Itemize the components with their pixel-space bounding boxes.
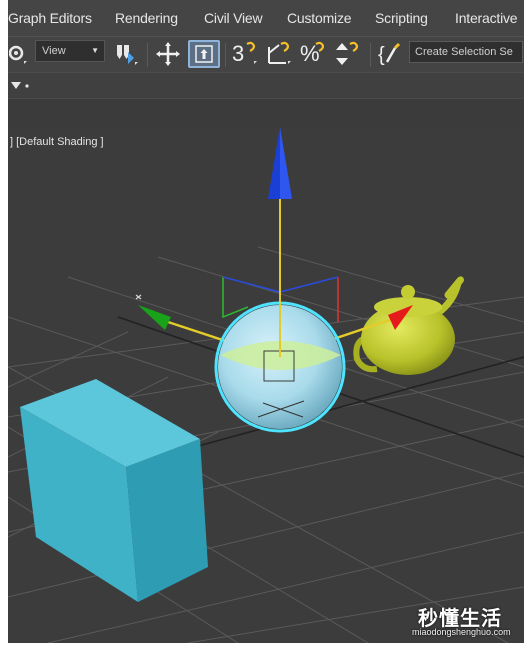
teapot-object <box>353 276 464 375</box>
app-window: Graph Editors Rendering Civil View Custo… <box>8 0 524 643</box>
main-toolbar: View ▼ 3 % {Create Selection Se <box>8 36 524 73</box>
svg-text:{: { <box>378 44 385 66</box>
watermark-url: miaodongshenghuo.com <box>412 627 511 637</box>
move-icon[interactable] <box>153 39 183 69</box>
ribbon-bar <box>8 72 524 99</box>
viewport-label[interactable]: ] [Default Shading ] <box>10 136 104 148</box>
select-manipulate-button[interactable] <box>188 40 220 68</box>
menu-scripting[interactable]: Scripting <box>375 10 428 26</box>
toolbar-separator <box>370 43 371 67</box>
snap-icon[interactable] <box>112 39 142 69</box>
toolbar-separator <box>147 43 148 67</box>
chevron-down-icon: ▼ <box>91 46 99 55</box>
viewport-scene[interactable] <box>8 127 524 643</box>
perspective-viewport[interactable]: ] [Default Shading ] <box>8 127 524 643</box>
view-select-value: View <box>42 45 66 57</box>
menu-rendering[interactable]: Rendering <box>115 10 178 26</box>
toolbar-separator <box>225 43 226 67</box>
create-selection-set-input[interactable]: Create Selection Se <box>409 41 523 63</box>
menu-bar: Graph Editors Rendering Civil View Custo… <box>8 0 524 36</box>
edit-named-selection-icon[interactable]: { <box>376 39 406 69</box>
ribbon-toggle-icon[interactable] <box>10 78 34 94</box>
spinner-snap-icon[interactable] <box>332 39 362 69</box>
menu-customize[interactable]: Customize <box>287 10 352 26</box>
selection-set-placeholder: Create Selection Se <box>415 46 513 58</box>
percent-snap-icon[interactable]: % <box>298 39 328 69</box>
svg-text:3: 3 <box>232 41 244 66</box>
menu-interactive[interactable]: Interactive <box>455 10 518 26</box>
menu-graph-editors[interactable]: Graph Editors <box>8 10 92 26</box>
box-object <box>20 379 208 602</box>
menu-civil-view[interactable]: Civil View <box>204 10 263 26</box>
select-manipulate-icon <box>195 45 213 63</box>
snap-3d-icon[interactable]: 3 <box>230 39 260 69</box>
angle-snap-icon[interactable] <box>264 39 294 69</box>
select-link-icon[interactable] <box>8 39 30 69</box>
view-coordinate-dropdown[interactable]: View ▼ <box>35 40 105 62</box>
ribbon-panel <box>8 98 524 128</box>
